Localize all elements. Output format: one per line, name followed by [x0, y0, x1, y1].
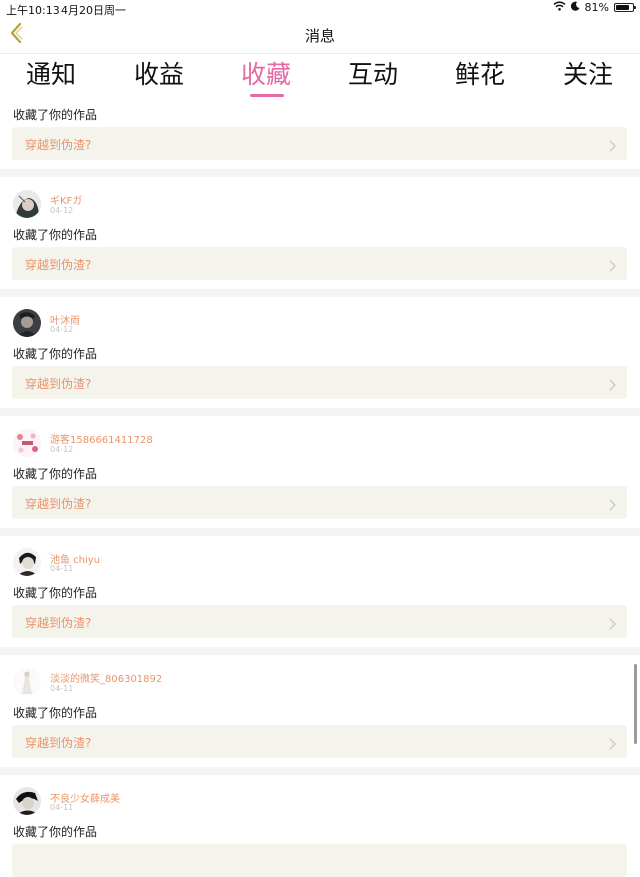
moon-icon: [570, 1, 580, 14]
tab-flowers[interactable]: 鲜花: [440, 58, 520, 92]
battery-fill: [616, 5, 629, 10]
action-text: 收藏了你的作品: [13, 467, 98, 481]
tab-interactions[interactable]: 互动: [333, 58, 413, 92]
action-text: 收藏了你的作品: [13, 108, 98, 122]
nav-bar: 消息: [0, 17, 640, 54]
user-name[interactable]: ギKFガ: [50, 192, 82, 207]
chevron-right-icon: [609, 735, 616, 754]
action-text: 收藏了你的作品: [13, 228, 98, 242]
divider: [0, 647, 640, 655]
chevron-right-icon: [609, 257, 616, 276]
divider: [0, 528, 640, 536]
active-tab-indicator: [250, 94, 284, 97]
work-card[interactable]: 穿越到伪渣?: [12, 127, 627, 160]
post-date: 04-12: [50, 445, 74, 454]
tab-bar: 通知 收益 收藏 互动 鲜花 关注: [0, 54, 640, 100]
avatar[interactable]: [13, 309, 41, 337]
action-text: 收藏了你的作品: [13, 347, 98, 361]
work-card[interactable]: 穿越到伪渣?: [12, 605, 627, 638]
post-date: 04-12: [50, 325, 74, 334]
battery-percent: 81%: [584, 1, 609, 14]
tab-earnings[interactable]: 收益: [119, 58, 199, 92]
avatar[interactable]: [13, 548, 41, 576]
tab-notifications[interactable]: 通知: [11, 58, 91, 92]
work-title: 穿越到伪渣?: [25, 138, 92, 152]
page-title: 消息: [304, 27, 335, 45]
user-name[interactable]: 淡淡的微笑_806301892: [50, 670, 162, 685]
tab-follows[interactable]: 关注: [548, 58, 628, 92]
status-date: 4月20日周一: [61, 4, 126, 17]
avatar[interactable]: [13, 787, 41, 815]
post-date: 04-12: [50, 206, 74, 215]
post-date: 04-11: [50, 684, 74, 693]
work-title: 穿越到伪渣?: [25, 616, 92, 630]
avatar[interactable]: [13, 190, 41, 218]
avatar[interactable]: [13, 668, 41, 696]
user-name[interactable]: 游客1586661411728: [50, 431, 153, 446]
work-card[interactable]: 穿越到伪渣?: [12, 247, 627, 280]
chevron-right-icon: [609, 137, 616, 156]
wifi-icon: [553, 1, 566, 14]
work-card[interactable]: [12, 844, 627, 877]
battery-icon: [614, 3, 636, 12]
tab-favorites[interactable]: 收藏: [226, 58, 306, 92]
post-date: 04-11: [50, 803, 74, 812]
work-title: 穿越到伪渣?: [25, 497, 92, 511]
work-card[interactable]: 穿越到伪渣?: [12, 725, 627, 758]
divider: [0, 408, 640, 416]
divider: [0, 169, 640, 177]
work-title: 穿越到伪渣?: [25, 736, 92, 750]
action-text: 收藏了你的作品: [13, 586, 98, 600]
avatar[interactable]: [13, 429, 41, 457]
chevron-right-icon: [609, 496, 616, 515]
status-bar: 上午10:13 4月20日周一 81%: [0, 0, 640, 17]
work-card[interactable]: 穿越到伪渣?: [12, 366, 627, 399]
status-right: 81%: [553, 1, 636, 14]
divider: [0, 289, 640, 297]
action-text: 收藏了你的作品: [13, 825, 98, 839]
scrollbar[interactable]: [634, 664, 637, 744]
post-date: 04-11: [50, 564, 74, 573]
chevron-right-icon: [609, 615, 616, 634]
status-time: 上午10:13: [6, 4, 60, 17]
work-title: 穿越到伪渣?: [25, 258, 92, 272]
chevron-right-icon: [609, 376, 616, 395]
work-title: 穿越到伪渣?: [25, 377, 92, 391]
divider: [0, 767, 640, 775]
action-text: 收藏了你的作品: [13, 706, 98, 720]
work-card[interactable]: 穿越到伪渣?: [12, 486, 627, 519]
